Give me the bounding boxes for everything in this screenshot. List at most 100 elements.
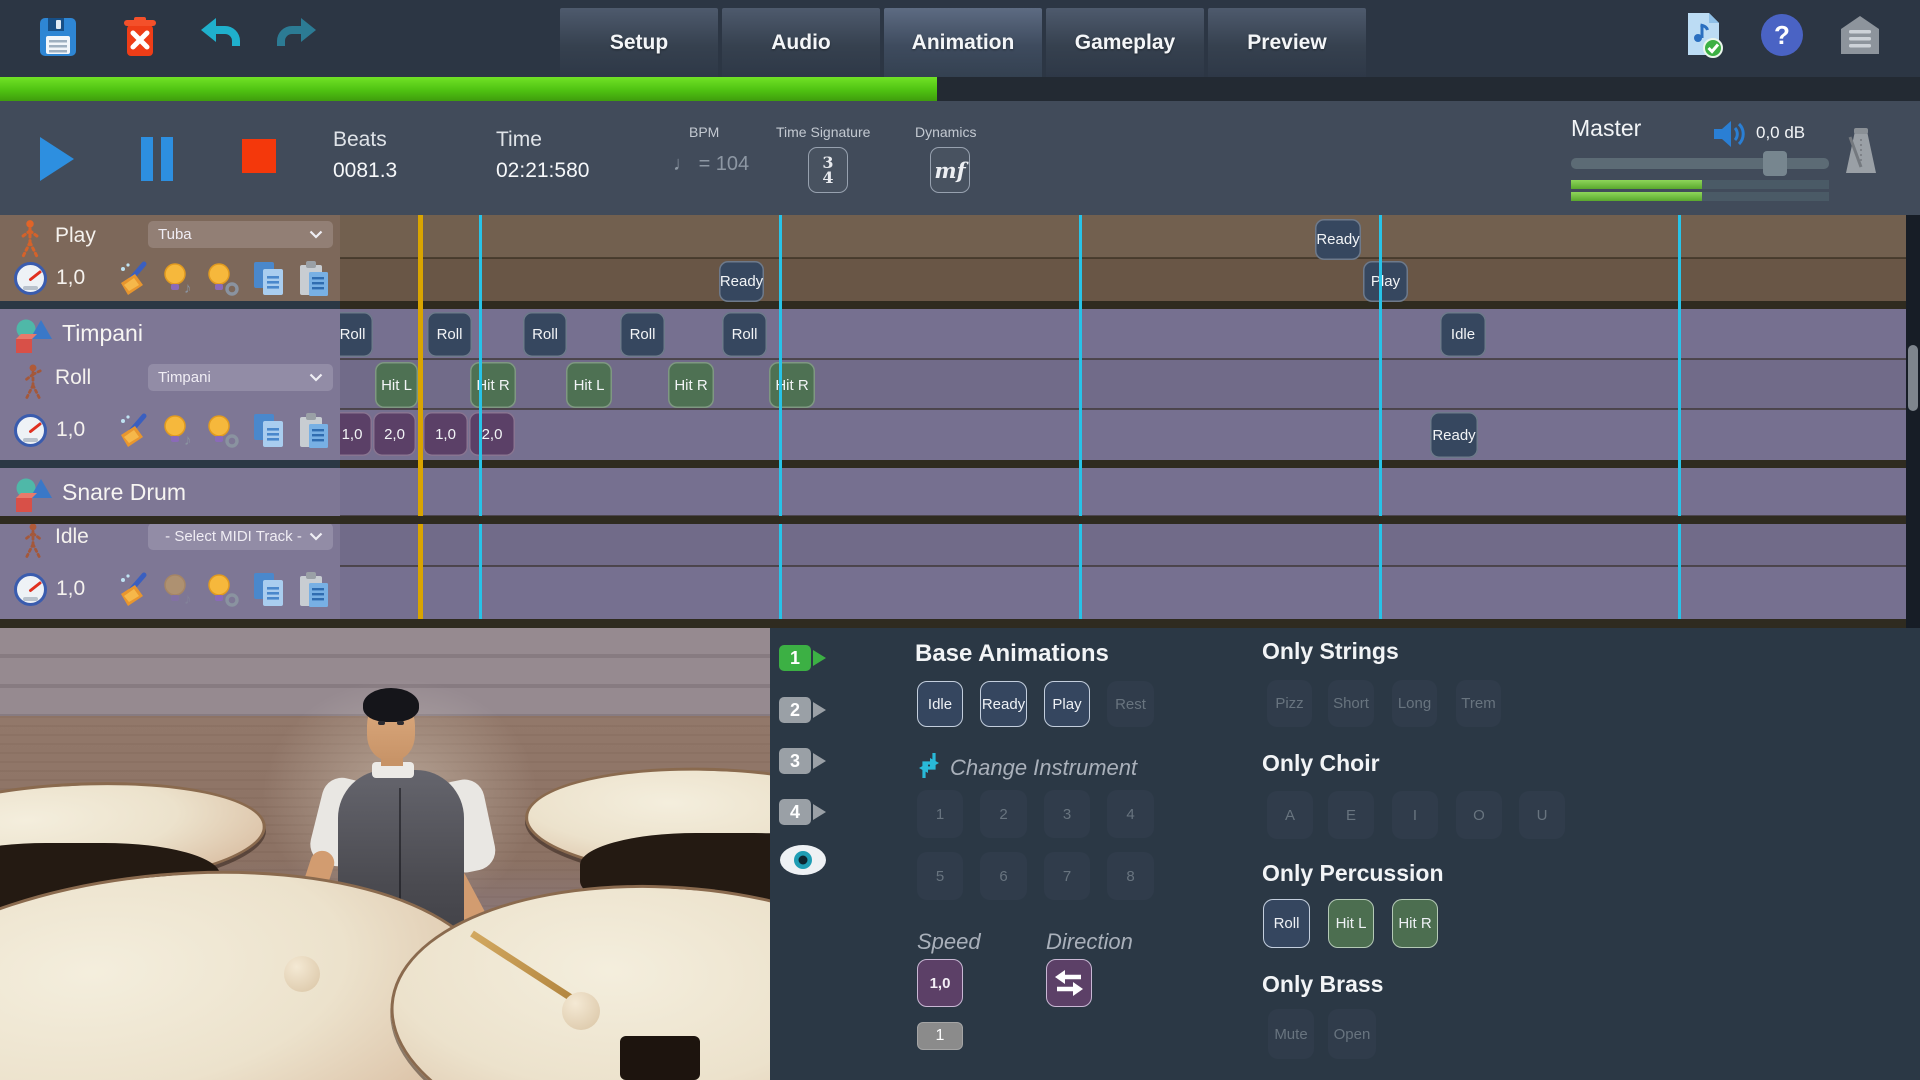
camera-3-button[interactable]: 3: [779, 748, 811, 774]
base-anim-play-button[interactable]: Play: [1044, 681, 1090, 727]
timeline-block[interactable]: Ready: [1315, 219, 1361, 260]
clean-broom-icon[interactable]: [118, 572, 150, 608]
timeline-block[interactable]: Hit R: [470, 362, 516, 408]
paste-icon[interactable]: [297, 412, 331, 450]
undo-button[interactable]: [198, 14, 242, 60]
timeline-row-snare-header[interactable]: [340, 468, 1906, 516]
speed-value-button[interactable]: 1,0: [917, 959, 963, 1007]
timeline-block[interactable]: 1,0: [340, 412, 372, 456]
timeline-block[interactable]: 2,0: [373, 412, 416, 456]
timeline-block[interactable]: Roll: [722, 312, 767, 357]
3d-preview-viewport[interactable]: [0, 628, 770, 1080]
base-anim-rest-button[interactable]: Rest: [1107, 681, 1154, 727]
metronome-icon[interactable]: [1840, 127, 1882, 177]
choir-u-button[interactable]: U: [1519, 791, 1565, 839]
playhead-cursor[interactable]: [418, 215, 423, 628]
copy-icon[interactable]: [252, 571, 286, 609]
choir-o-button[interactable]: O: [1456, 791, 1502, 839]
midi-track-dropdown-tuba[interactable]: Tuba: [148, 221, 333, 248]
instrument-5-button[interactable]: 5: [917, 852, 963, 900]
camera-1-button[interactable]: 1: [779, 645, 811, 671]
music-file-status-button[interactable]: [1683, 12, 1727, 58]
instrument-7-button[interactable]: 7: [1044, 852, 1090, 900]
master-volume-thumb[interactable]: [1763, 151, 1787, 176]
pause-button[interactable]: [141, 137, 173, 181]
tab-animation[interactable]: Animation: [884, 8, 1042, 77]
tab-gameplay[interactable]: Gameplay: [1046, 8, 1204, 77]
choir-a-button[interactable]: A: [1267, 791, 1313, 839]
help-button[interactable]: ?: [1760, 12, 1804, 58]
instrument-6-button[interactable]: 6: [980, 852, 1027, 900]
copy-icon[interactable]: [252, 412, 286, 450]
copy-icon[interactable]: [252, 260, 286, 298]
brass-open-button[interactable]: Open: [1328, 1009, 1376, 1059]
timeline-block[interactable]: 1,0: [423, 412, 468, 456]
delete-project-button[interactable]: [118, 14, 162, 60]
timeline-block[interactable]: Roll: [620, 312, 665, 357]
timeline-row-snare-speed[interactable]: [340, 566, 1906, 619]
timeline-block[interactable]: Hit L: [375, 362, 418, 408]
paste-icon[interactable]: [297, 571, 331, 609]
timeline-row-timpani-header[interactable]: [340, 309, 1906, 359]
save-button[interactable]: [36, 14, 80, 60]
strings-pizz-button[interactable]: Pizz: [1267, 680, 1312, 727]
strings-trem-button[interactable]: Trem: [1456, 680, 1501, 727]
timeline-block[interactable]: Ready: [1430, 412, 1478, 458]
camera-2-button[interactable]: 2: [779, 697, 811, 723]
strings-short-button[interactable]: Short: [1328, 680, 1374, 727]
percussion-hit-r-button[interactable]: Hit R: [1392, 899, 1438, 948]
timeline-row-tuba-speed[interactable]: [340, 258, 1906, 301]
bulb-gear-icon[interactable]: [206, 413, 242, 449]
midi-track-dropdown-snare[interactable]: - Select MIDI Track -: [148, 523, 333, 550]
strings-long-button[interactable]: Long: [1392, 680, 1437, 727]
play-button[interactable]: [40, 137, 74, 181]
dynamics-button[interactable]: mf: [930, 147, 970, 193]
speaker-icon[interactable]: [1712, 119, 1748, 149]
timeline-block[interactable]: Roll: [523, 312, 567, 357]
percussion-hit-l-button[interactable]: Hit L: [1328, 899, 1374, 948]
time-signature-button[interactable]: 3 4: [808, 147, 848, 193]
library-button[interactable]: [1838, 12, 1882, 58]
timeline-scrollbar-thumb[interactable]: [1908, 345, 1918, 411]
timeline-block[interactable]: Hit R: [668, 362, 714, 408]
stop-button[interactable]: [242, 139, 276, 173]
timeline-block[interactable]: Roll: [340, 312, 373, 357]
eye-visibility-button[interactable]: [778, 843, 828, 877]
tab-setup[interactable]: Setup: [560, 8, 718, 77]
redo-button[interactable]: [275, 14, 319, 60]
bulb-note-icon-disabled[interactable]: ♪: [162, 572, 198, 608]
instrument-2-button[interactable]: 2: [980, 790, 1027, 838]
tab-audio[interactable]: Audio: [722, 8, 880, 77]
base-anim-idle-button[interactable]: Idle: [917, 681, 963, 727]
instrument-1-button[interactable]: 1: [917, 790, 963, 838]
camera-4-button[interactable]: 4: [779, 799, 811, 825]
instrument-8-button[interactable]: 8: [1107, 852, 1154, 900]
paste-icon[interactable]: [297, 260, 331, 298]
direction-button[interactable]: [1046, 959, 1092, 1007]
timeline-block[interactable]: Roll: [427, 312, 472, 357]
brass-mute-button[interactable]: Mute: [1268, 1009, 1314, 1059]
tab-preview[interactable]: Preview: [1208, 8, 1366, 77]
timeline-block[interactable]: 2,0: [469, 412, 515, 456]
instrument-4-button[interactable]: 4: [1107, 790, 1154, 838]
base-anim-ready-button[interactable]: Ready: [980, 681, 1027, 727]
bulb-gear-icon[interactable]: [206, 261, 242, 297]
timeline-scrollbar[interactable]: [1906, 215, 1920, 628]
bulb-gear-icon[interactable]: [206, 572, 242, 608]
midi-track-dropdown-timpani[interactable]: Timpani: [148, 364, 333, 391]
timeline-block[interactable]: Ready: [719, 261, 764, 302]
master-volume-slider[interactable]: [1571, 158, 1829, 169]
clean-broom-icon[interactable]: [118, 261, 150, 297]
timeline-block[interactable]: Hit R: [769, 362, 815, 408]
timeline-row-tuba-anim[interactable]: [340, 215, 1906, 258]
percussion-roll-button[interactable]: Roll: [1263, 899, 1310, 948]
timeline-row-timpani-speed[interactable]: [340, 409, 1906, 460]
bulb-note-icon[interactable]: ♪: [162, 413, 198, 449]
animation-timeline[interactable]: Ready Ready Play Roll Roll Roll Roll Rol…: [340, 215, 1906, 628]
clean-broom-icon[interactable]: [118, 413, 150, 449]
timeline-block[interactable]: Hit L: [566, 362, 612, 408]
timeline-block[interactable]: Play: [1363, 261, 1408, 302]
timeline-block[interactable]: Idle: [1440, 312, 1486, 357]
choir-i-button[interactable]: I: [1392, 791, 1438, 839]
bpm-value[interactable]: ♩ = 104: [673, 153, 749, 176]
